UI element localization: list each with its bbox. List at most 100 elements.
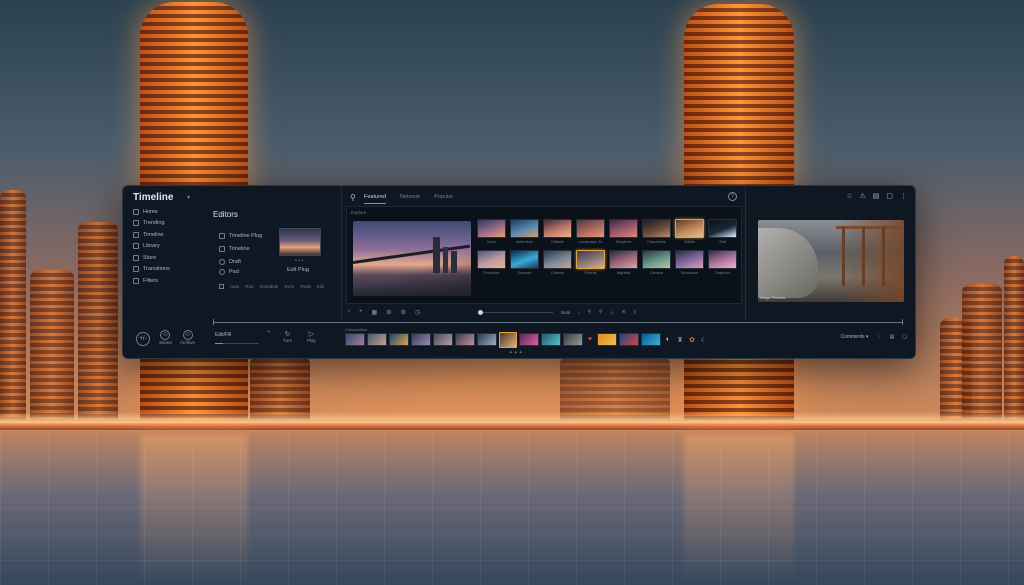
media-tool-icon[interactable]: ⚲	[588, 309, 591, 315]
media-item[interactable]: Artists	[675, 219, 704, 246]
editor-option[interactable]: Tools	[300, 284, 311, 289]
clip-thumbnail[interactable]	[389, 333, 409, 346]
title-caret-icon[interactable]: ▼	[186, 195, 191, 201]
media-item[interactable]: Storytime	[609, 219, 638, 246]
right-toolbar-icon[interactable]: ⋮	[900, 192, 907, 200]
editor-option[interactable]: Sync	[284, 284, 294, 289]
media-tool-icon[interactable]: Bold	[561, 310, 570, 315]
right-toolbar-icon[interactable]: ▢	[886, 192, 893, 200]
media-item-label: Hillside	[551, 240, 564, 244]
sidebar-item-trending[interactable]: Trending	[133, 218, 205, 230]
clip-thumbnail[interactable]	[641, 333, 661, 346]
edit-fill-label[interactable]: Edit/Fill	[215, 332, 231, 338]
media-item[interactable]: Cloud	[477, 219, 506, 246]
clip-thumbnail[interactable]	[619, 333, 639, 346]
media-progress-track[interactable]	[478, 309, 554, 315]
editor-option[interactable]: Auto	[230, 284, 239, 289]
image-preview[interactable]: Image Preview	[758, 220, 904, 302]
up-arrow-button[interactable]: ⌃	[266, 330, 271, 337]
media-item[interactable]: Cinema	[543, 250, 572, 277]
timeline-scrubber[interactable]	[213, 322, 903, 323]
option-checkbox[interactable]	[219, 284, 224, 289]
editor-dots: • • •	[295, 258, 304, 264]
editor-thumbnail[interactable]	[279, 228, 321, 256]
editor-item-timeline[interactable]: Timeline	[219, 246, 250, 252]
media-control-icon[interactable]: ▦	[372, 309, 378, 316]
media-control-icon[interactable]: ⚙	[401, 309, 406, 316]
square-icon[interactable]: ▢	[902, 334, 907, 340]
media-item[interactable]: Characters	[642, 219, 671, 246]
sidebar-item-transitions[interactable]: Transitions	[133, 264, 205, 276]
media-item[interactable]: Summer	[510, 250, 539, 277]
media-item[interactable]: Camera	[642, 250, 671, 277]
main-preview[interactable]	[353, 221, 471, 296]
editor-item-pad[interactable]: Pad	[219, 269, 239, 275]
media-tool-icon[interactable]: ▯	[633, 309, 635, 315]
comments-dropdown[interactable]: Comments ▾	[840, 334, 868, 340]
media-item[interactable]: Nightfall	[609, 250, 638, 277]
clip-icon[interactable]: ☾	[699, 333, 709, 346]
right-toolbar-icon[interactable]: ▤	[873, 192, 880, 200]
help-icon[interactable]: ?	[728, 192, 737, 201]
media-item[interactable]: Trail	[708, 219, 737, 246]
media-control-icon[interactable]: ‹	[348, 309, 350, 315]
clip-icon[interactable]: ♥	[585, 333, 595, 346]
clip-thumbnail[interactable]	[477, 333, 497, 346]
sidebar-item-library[interactable]: Library	[133, 241, 205, 253]
media-tool-icon[interactable]: ♫	[610, 310, 613, 315]
more-icon[interactable]: ⋮	[877, 334, 882, 340]
media-item[interactable]: Graphics	[708, 250, 737, 277]
clip-icon[interactable]: ◐	[663, 333, 673, 346]
turn-button[interactable]: ↻ Turn	[283, 330, 292, 343]
add-remove-button[interactable]: +/-	[136, 332, 150, 346]
edit-slider[interactable]	[215, 343, 259, 344]
media-item[interactable]: Portrait	[576, 250, 605, 277]
media-item[interactable]: Adventure	[510, 219, 539, 246]
media-item[interactable]: Exclusive	[477, 250, 506, 277]
sidebar-item-filters[interactable]: Filters	[133, 275, 205, 287]
editor-option[interactable]: Run	[245, 284, 253, 289]
clip-thumbnail[interactable]	[367, 333, 387, 346]
clip-thumbnail[interactable]	[519, 333, 539, 346]
clip-thumbnail[interactable]	[597, 333, 617, 346]
tab-network[interactable]: Network	[400, 194, 420, 204]
saved-button[interactable]: ⚇ Saved	[159, 330, 172, 345]
list-icon[interactable]: ▤	[890, 334, 895, 340]
clip-icon[interactable]: ♜	[675, 333, 685, 346]
clip-icon[interactable]: ✿	[687, 333, 697, 346]
clip-thumbnail[interactable]	[455, 333, 475, 346]
media-control-icon[interactable]: ⚙	[386, 309, 391, 316]
archive-button[interactable]: ⚇ Archive	[180, 330, 195, 345]
media-item[interactable]: Landscape 24	[576, 219, 605, 246]
media-item[interactable]: Hillside	[543, 219, 572, 246]
media-progress-knob[interactable]	[478, 309, 484, 315]
sidebar-item-home[interactable]: Home	[133, 206, 205, 218]
sidebar-item-store[interactable]: Store	[133, 252, 205, 264]
sidebar-item-timeline[interactable]: Timeline	[133, 229, 205, 241]
editor-option[interactable]: Info	[317, 284, 325, 289]
editor-item-timeline-plug[interactable]: Timeline Plug	[219, 233, 262, 239]
media-thumbnail	[543, 250, 572, 269]
media-tool-icon[interactable]: ‹	[578, 310, 580, 315]
right-toolbar-icon[interactable]: ⚠	[859, 192, 865, 200]
media-item[interactable]: Showcase	[675, 250, 704, 277]
right-toolbar-icon[interactable]: ☆	[846, 192, 852, 200]
search-icon[interactable]: ⚲	[350, 193, 356, 202]
play-icon: ▷	[308, 331, 315, 338]
clip-thumbnail[interactable]	[499, 331, 517, 348]
editor-item-draft[interactable]: Draft	[219, 259, 241, 265]
media-control-icon[interactable]: +	[359, 309, 363, 315]
clip-thumbnail[interactable]	[345, 333, 365, 346]
clip-thumbnail[interactable]	[411, 333, 431, 346]
media-tool-icon[interactable]: ⚲	[599, 309, 602, 315]
media-tool-icon[interactable]: ✉	[622, 309, 626, 315]
tab-featured[interactable]: Featured	[364, 194, 387, 204]
media-control-icon[interactable]: ◷	[415, 309, 420, 316]
editor-option[interactable]: Schedule	[260, 284, 279, 289]
editor-thumb-label: Edit Plug	[287, 267, 310, 273]
clip-thumbnail[interactable]	[433, 333, 453, 346]
clip-thumbnail[interactable]	[563, 333, 583, 346]
tab-popular[interactable]: Popular	[434, 194, 453, 204]
play-button[interactable]: ▷ Play	[307, 330, 316, 343]
clip-thumbnail[interactable]	[541, 333, 561, 346]
